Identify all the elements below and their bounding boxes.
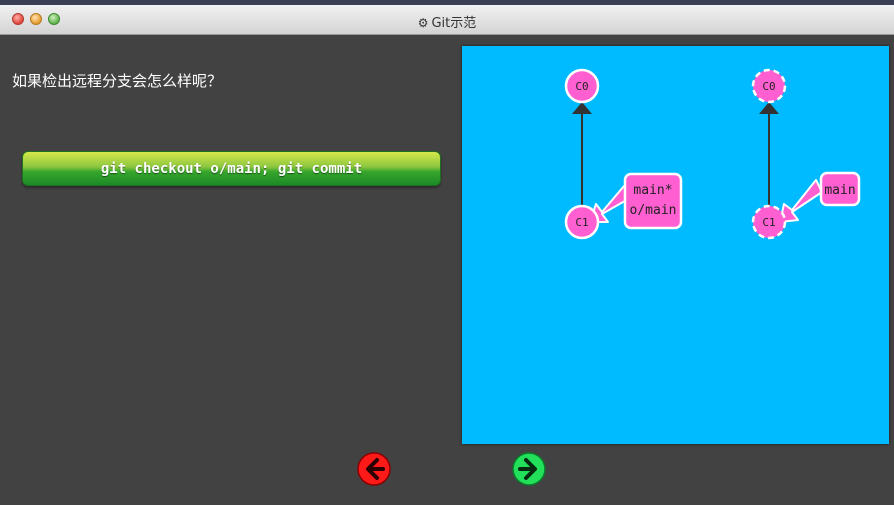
commit-label-before-1: C1 (575, 216, 588, 229)
commit-label-after-0: C0 (762, 80, 775, 93)
edge-arrowhead-after (759, 102, 779, 114)
lesson-question: 如果检出远程分支会怎么样呢？ (12, 72, 223, 90)
arrow-right-icon (512, 452, 546, 486)
branch-pointer-arrow-after (779, 179, 823, 223)
graph-before: C0 C1 main* o/main (564, 68, 683, 240)
gear-icon: ⚙ (417, 16, 429, 30)
window-titlebar: ⚙ Git示范 (0, 5, 894, 35)
branch-label-before-line-1: main* (633, 183, 672, 198)
commit-graph-svg: C0 C1 main* o/main C0 C1 main (564, 68, 861, 240)
arrow-left-icon (357, 452, 391, 486)
edge-arrowhead-before (572, 102, 592, 114)
branch-label-before-line-2: o/main (630, 203, 677, 218)
forward-button[interactable] (511, 451, 547, 487)
window-title: ⚙ Git示范 (0, 12, 894, 31)
branch-label-after: main (824, 183, 855, 198)
git-visualization-canvas: C0 C1 main* o/main C0 C1 main (462, 46, 889, 444)
commit-label-after-1: C1 (762, 216, 775, 229)
window-title-text: Git示范 (431, 16, 477, 31)
command-button[interactable]: git checkout o/main; git commit (22, 151, 441, 186)
commit-label-before-0: C0 (575, 80, 588, 93)
back-button[interactable] (356, 451, 392, 487)
graph-after: C0 C1 main (751, 68, 861, 240)
